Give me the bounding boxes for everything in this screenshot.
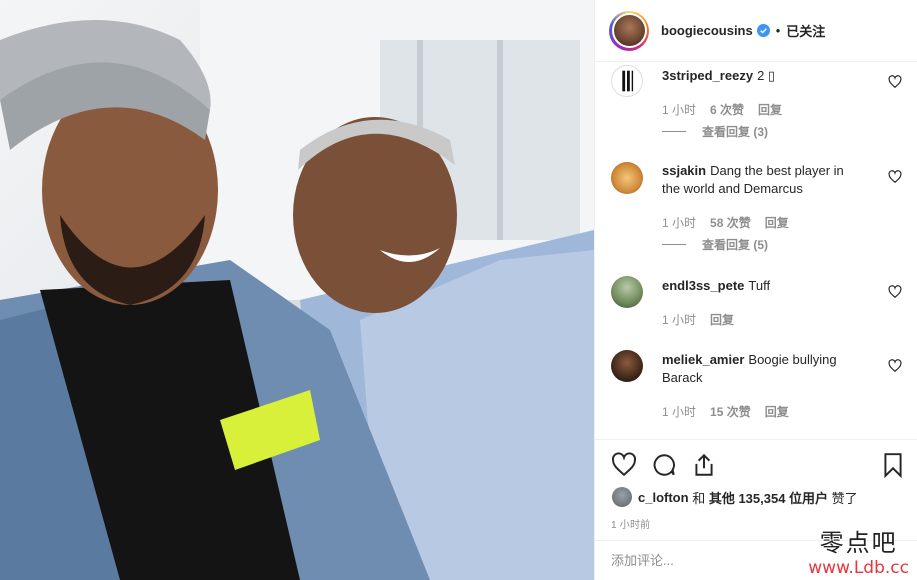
watermark-url: www.Ldb.cc (808, 558, 909, 578)
bookmark-icon[interactable] (880, 452, 906, 478)
liked-by-others[interactable]: 其他 135,354 位用户 (709, 488, 828, 507)
heart-icon[interactable] (888, 285, 902, 299)
comment-username[interactable]: endl3ss_pete (662, 278, 744, 293)
comment-meta: 1 小时 58 次赞 回复 (662, 214, 789, 231)
comment-likes[interactable]: 58 次赞 (710, 214, 751, 231)
post-header: boogiecousins • 已关注 (595, 0, 917, 62)
heart-icon[interactable] (888, 75, 902, 89)
liked-by-username[interactable]: c_lofton (638, 490, 689, 505)
reply-button[interactable]: 回复 (758, 101, 782, 118)
view-replies-button[interactable]: 查看回复 (3) (662, 123, 768, 140)
separator-dot: • (775, 23, 781, 38)
liked-by: c_lofton 和 其他 135,354 位用户 赞了 (612, 487, 858, 507)
comment-avatar[interactable] (611, 350, 643, 382)
comment-avatar[interactable] (611, 276, 643, 308)
comment-list[interactable]: 3striped_reezy 2 ▯ 1 小时 6 次赞 回复 查看回复 (3) … (595, 62, 917, 439)
comment-input[interactable] (611, 553, 811, 568)
comment-meta: 1 小时 15 次赞 回复 (662, 403, 789, 420)
liked-by-avatar[interactable] (612, 487, 632, 507)
comment-username[interactable]: ssjakin (662, 163, 706, 178)
view-replies-button[interactable]: 查看回复 (5) (662, 236, 768, 253)
comment-text: Tuff (748, 278, 771, 293)
verified-badge-icon (756, 24, 770, 37)
comment-username[interactable]: meliek_amier (662, 352, 744, 367)
comment-body: meliek_amier Boogie bullying Barack (662, 351, 862, 387)
comment-body: endl3ss_pete Tuff (662, 277, 862, 295)
post-username[interactable]: boogiecousins (661, 23, 753, 38)
reply-button[interactable]: 回复 (765, 403, 789, 420)
comment-likes[interactable]: 6 次赞 (710, 101, 744, 118)
photo-illustration (0, 0, 594, 580)
comment-time: 1 小时 (662, 103, 697, 117)
comment-time: 1 小时 (662, 405, 697, 419)
comment-meta: 1 小时 6 次赞 回复 (662, 101, 782, 118)
post-timestamp[interactable]: 1 小时前 (611, 516, 650, 531)
comment-time: 1 小时 (662, 313, 697, 327)
comment-meta: 1 小时 回复 (662, 311, 734, 328)
post-sidebar: boogiecousins • 已关注 3striped_reezy 2 ▯ 1 … (594, 0, 917, 580)
heart-icon[interactable] (888, 359, 902, 373)
comment-time: 1 小时 (662, 216, 697, 230)
watermark: 零点吧 www.Ldb.cc (808, 523, 909, 578)
post-photo[interactable] (0, 0, 594, 580)
comment-text: 2 ▯ (757, 68, 776, 83)
liked-by-and: 和 (692, 490, 706, 506)
watermark-title: 零点吧 (819, 529, 898, 557)
comment-username[interactable]: 3striped_reezy (662, 68, 753, 83)
comment-avatar[interactable] (611, 65, 643, 97)
comment-avatar[interactable] (611, 162, 643, 194)
comment-body: ssjakin Dang the best player in the world… (662, 162, 862, 198)
profile-avatar[interactable] (609, 10, 649, 51)
comment-body: 3striped_reezy 2 ▯ (662, 67, 862, 85)
share-icon[interactable] (691, 452, 717, 478)
comment-icon[interactable] (651, 452, 677, 478)
reply-button[interactable]: 回复 (765, 214, 789, 231)
liked-by-suffix: 赞了 (831, 490, 858, 506)
comment-likes[interactable]: 15 次赞 (710, 403, 751, 420)
heart-icon[interactable] (611, 452, 637, 478)
heart-icon[interactable] (888, 170, 902, 184)
reply-button[interactable]: 回复 (710, 311, 734, 328)
following-button[interactable]: 已关注 (786, 21, 825, 40)
